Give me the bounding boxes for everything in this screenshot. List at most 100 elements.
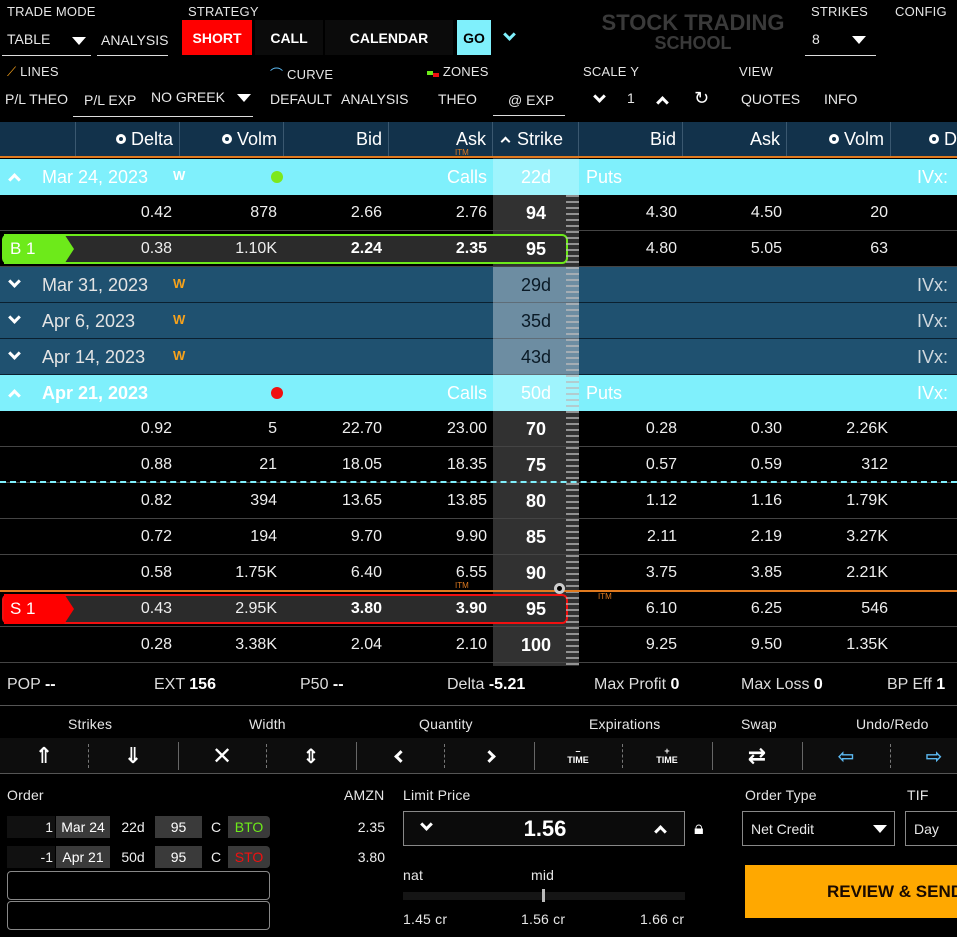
call-bid[interactable]: 6.40 [284, 555, 382, 591]
expiration-row[interactable]: Mar 31, 2023 W 29d IVx: [0, 267, 957, 303]
put-ask[interactable]: 9.50 [683, 627, 782, 663]
leg-quantity[interactable]: -1 [7, 846, 55, 868]
put-bid[interactable]: 3.75 [579, 555, 677, 591]
quantity-decrease-button[interactable] [356, 738, 444, 774]
call-bid[interactable]: 2.24 [284, 231, 382, 267]
calendar-button[interactable]: CALENDAR [325, 20, 453, 55]
option-row[interactable]: B 1 0.38 1.10K 2.24 2.35 95 4.80 5.05 63 [0, 231, 957, 267]
call-bid[interactable]: 13.65 [284, 483, 382, 519]
put-ask[interactable]: 4.50 [683, 195, 782, 231]
analysis-tab[interactable]: ANALYSIS [97, 24, 168, 56]
leg-action[interactable]: BTO [228, 816, 270, 838]
info-tab[interactable]: INFO [824, 91, 857, 107]
expand-chevron-icon[interactable] [8, 311, 21, 324]
option-row[interactable]: 0.88 21 18.05 18.35 75 0.57 0.59 312 [0, 447, 957, 483]
col-volm[interactable]: Volm [180, 122, 284, 156]
call-ask[interactable]: 2.35 [389, 231, 487, 267]
put-bid[interactable]: 0.57 [579, 447, 677, 483]
call-ask[interactable]: 23.00 [389, 411, 487, 447]
call-ask[interactable]: 2.76 [389, 195, 487, 231]
pl-exp-tab[interactable]: P/L EXP [84, 92, 136, 108]
col-ask[interactable]: Ask [389, 122, 493, 156]
put-ask[interactable]: 3.85 [683, 555, 782, 591]
expand-chevron-icon[interactable] [8, 275, 21, 288]
call-bid[interactable]: 22.70 [284, 411, 382, 447]
redo-button[interactable]: ⇨ [890, 738, 957, 774]
put-bid[interactable]: 6.10 [579, 591, 677, 627]
put-bid[interactable]: 2.11 [579, 519, 677, 555]
put-bid[interactable]: 1.12 [579, 483, 677, 519]
trade-mode-select[interactable]: TABLE [2, 24, 91, 56]
go-button[interactable]: GO [457, 20, 491, 55]
option-row[interactable]: 0.82 394 13.65 13.85 80 1.12 1.16 1.79K [0, 483, 957, 519]
review-send-button[interactable]: REVIEW & SEND [745, 865, 957, 918]
call-bid[interactable]: 18.05 [284, 447, 382, 483]
option-row[interactable]: 0.58 1.75K 6.40 6.55 90 3.75 3.85 2.21K [0, 555, 957, 591]
price-slider[interactable] [403, 889, 685, 902]
quotes-tab[interactable]: QUOTES [741, 91, 800, 107]
expiration-row[interactable]: Apr 14, 2023 W 43d IVx: [0, 339, 957, 375]
default-tab[interactable]: DEFAULT [270, 91, 332, 107]
short-button[interactable]: SHORT [182, 20, 252, 55]
leg-quantity[interactable]: 1 [7, 816, 55, 838]
tif-select[interactable]: Day [905, 811, 957, 846]
put-ask[interactable]: 5.05 [683, 231, 782, 267]
time-decrease-button[interactable]: – TIME [534, 738, 622, 774]
undo-button[interactable]: ⇦ [802, 738, 890, 774]
call-ask[interactable]: 13.85 [389, 483, 487, 519]
option-row[interactable]: 0.28 3.38K 2.04 2.10 100 9.25 9.50 1.35K [0, 627, 957, 663]
empty-leg-slot[interactable] [7, 871, 270, 900]
limit-price-input[interactable]: 1.56 [403, 811, 685, 846]
call-button[interactable]: CALL [255, 20, 323, 55]
col-put-bid[interactable]: Bid [579, 122, 683, 156]
option-row[interactable]: 0.42 878 2.66 2.76 94 4.30 4.50 20 [0, 195, 957, 231]
at-exp-tab[interactable]: @ EXP [493, 88, 565, 116]
col-put-volm[interactable]: Volm [787, 122, 891, 156]
expand-chevron-icon[interactable] [8, 347, 21, 360]
pl-theo-tab[interactable]: P/L THEO [5, 91, 68, 107]
call-ask[interactable]: 6.55 [389, 555, 487, 591]
put-bid[interactable]: 4.80 [579, 231, 677, 267]
collapse-chevron-icon[interactable] [8, 389, 21, 402]
put-ask[interactable]: 0.30 [683, 411, 782, 447]
width-narrow-button[interactable]: ✕ [178, 738, 266, 774]
col-strike[interactable]: Strike [493, 122, 579, 156]
curve-toggle[interactable]: ⌒ CURVE [270, 64, 333, 83]
reset-icon[interactable]: ↻ [694, 88, 709, 109]
collapse-chevron-icon[interactable] [8, 173, 21, 186]
scale-down-icon[interactable] [593, 90, 606, 103]
put-ask[interactable]: 1.16 [683, 483, 782, 519]
col-put-delta[interactable]: D [891, 122, 957, 156]
option-row[interactable]: S 1 0.43 2.95K 3.80 3.90 95 6.10 6.25 546 [0, 591, 957, 627]
put-ask[interactable]: 0.59 [683, 447, 782, 483]
col-bid[interactable]: Bid [284, 122, 389, 156]
strikes-up-button[interactable]: ⇑ [0, 738, 88, 774]
config-button[interactable]: CONFIG [895, 4, 947, 19]
expiration-row[interactable]: Apr 6, 2023 W 35d IVx: [0, 303, 957, 339]
analysis-view-tab[interactable]: ANALYSIS [341, 91, 408, 107]
call-ask[interactable]: 3.90 [389, 591, 487, 627]
leg-expiration[interactable]: Apr 21 [56, 846, 110, 868]
slider-handle[interactable] [542, 889, 545, 902]
call-bid[interactable]: 2.66 [284, 195, 382, 231]
quantity-increase-button[interactable] [444, 738, 534, 774]
leg-expiration[interactable]: Mar 24 [56, 816, 110, 838]
leg-type[interactable]: C [204, 846, 228, 868]
strategy-expand-icon[interactable] [503, 28, 516, 41]
call-bid[interactable]: 9.70 [284, 519, 382, 555]
zones-toggle[interactable]: ZONES [427, 64, 489, 79]
put-ask[interactable]: 2.19 [683, 519, 782, 555]
greek-select[interactable]: NO GREEK [151, 89, 251, 105]
put-bid[interactable]: 4.30 [579, 195, 677, 231]
order-type-select[interactable]: Net Credit [742, 811, 895, 846]
call-ask[interactable]: 9.90 [389, 519, 487, 555]
leg-strike[interactable]: 95 [155, 816, 202, 838]
call-ask[interactable]: 2.10 [389, 627, 487, 663]
width-widen-button[interactable]: ⇕ [266, 738, 356, 774]
call-bid[interactable]: 3.80 [284, 591, 382, 627]
expiration-row[interactable]: Mar 24, 2023 W Calls Puts 22d IVx: [0, 159, 957, 195]
option-row[interactable]: 0.92 5 22.70 23.00 70 0.28 0.30 2.26K [0, 411, 957, 447]
order-leg[interactable]: -1 Apr 21 50d 95 C STO 3.80 [7, 846, 407, 868]
put-bid[interactable]: 9.25 [579, 627, 677, 663]
empty-leg-slot[interactable] [7, 901, 270, 930]
